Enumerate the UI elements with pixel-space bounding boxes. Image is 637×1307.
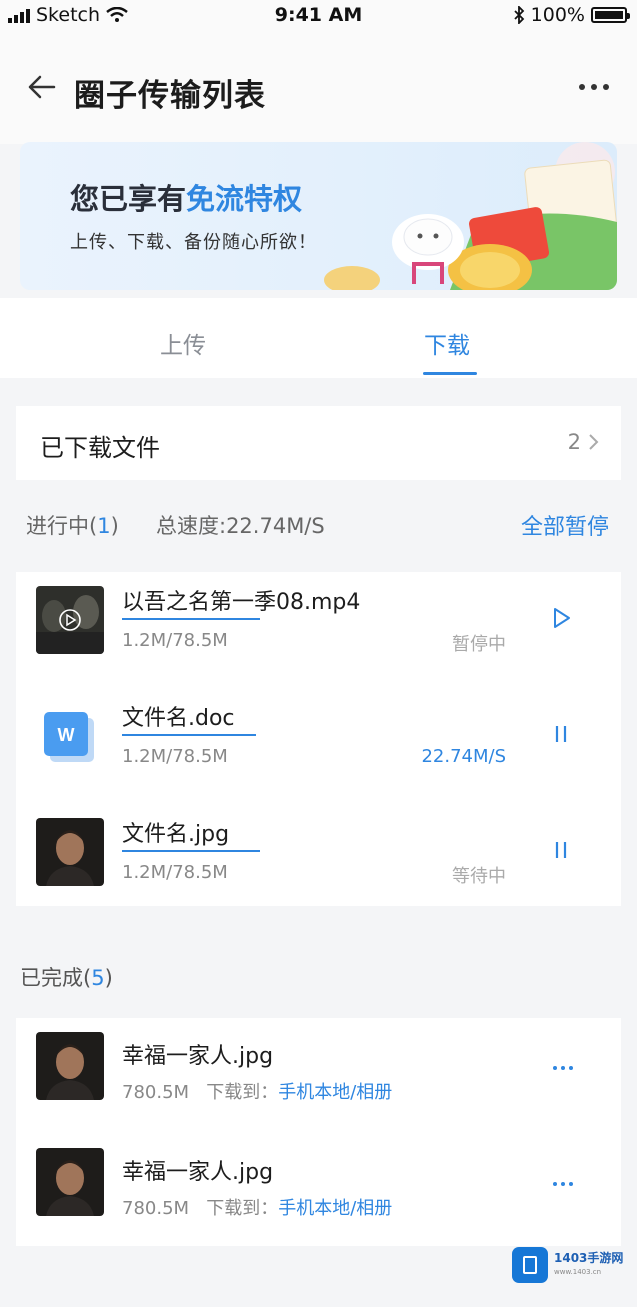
file-size: 780.5M — [122, 1198, 190, 1219]
more-options-icon[interactable] — [553, 1066, 573, 1070]
status-bar: Sketch 9:41 AM 100% — [0, 0, 637, 34]
page-title: 圈子传输列表 — [74, 78, 266, 114]
pause-icon[interactable] — [549, 838, 573, 862]
file-name: 文件名.doc — [122, 706, 235, 731]
watermark-logo-icon — [512, 1247, 548, 1283]
list-item[interactable]: 幸福一家人.jpg 780.5M 下载到：手机本地/相册 — [16, 1134, 621, 1250]
transfer-tabs: 上传 下载 — [0, 298, 637, 378]
file-size: 780.5M — [122, 1082, 190, 1103]
transfer-status: 等待中 — [452, 866, 506, 887]
promo-banner[interactable]: 您已享有免流特权 上传、下载、备份随心所欲！ — [20, 142, 617, 290]
dest-label: 下载到： — [206, 1082, 279, 1103]
in-progress-label: 进行中(1) — [26, 514, 119, 538]
more-options-icon[interactable] — [553, 1182, 573, 1186]
file-name: 以吾之名第一季08.mp4 — [122, 590, 361, 615]
banner-subtitle: 上传、下载、备份随心所欲！ — [70, 232, 317, 253]
downloaded-files-count: 2 — [567, 430, 581, 454]
banner-headline-highlight: 免流特权 — [186, 182, 303, 216]
battery-percent: 100% — [530, 4, 585, 26]
banner-headline-prefix: 您已享有 — [70, 182, 187, 216]
photo-thumbnail — [36, 818, 104, 886]
battery-icon — [591, 7, 630, 23]
progress-bar — [122, 618, 260, 620]
chevron-right-icon — [589, 434, 599, 450]
pause-all-button[interactable]: 全部暂停 — [521, 509, 609, 541]
total-speed: 总速度:22.74M/S — [156, 514, 325, 538]
status-right: 100% — [513, 4, 630, 26]
downloaded-files-label: 已下载文件 — [40, 434, 160, 462]
nav-header: 圈子传输列表 — [0, 34, 637, 144]
progress-bar — [122, 734, 256, 736]
word-doc-icon: W — [44, 712, 94, 762]
transfer-speed: 22.74M/S — [421, 746, 506, 767]
tab-upload[interactable]: 上传 — [160, 326, 206, 360]
photo-thumbnail — [36, 1148, 104, 1216]
downloaded-files-row[interactable]: 已下载文件 2 — [16, 406, 621, 480]
file-meta: 780.5M 下载到：手机本地/相册 — [122, 1078, 392, 1104]
file-name: 幸福一家人.jpg — [122, 1160, 274, 1185]
transfer-status: 暂停中 — [452, 634, 506, 655]
progress-bar — [122, 850, 260, 852]
list-item[interactable]: W 文件名.doc 1.2M/78.5M 22.74M/S — [16, 688, 621, 804]
dest-link[interactable]: 手机本地/相册 — [278, 1198, 392, 1219]
completed-label: 已完成(5) — [20, 966, 113, 990]
file-name: 幸福一家人.jpg — [122, 1044, 274, 1069]
dest-label: 下载到： — [206, 1198, 279, 1219]
completed-list: 幸福一家人.jpg 780.5M 下载到：手机本地/相册 幸福一家人.jpg 7… — [16, 1018, 621, 1246]
video-thumbnail — [36, 586, 104, 654]
list-item[interactable]: 幸福一家人.jpg 780.5M 下载到：手机本地/相册 — [16, 1018, 621, 1134]
more-options-icon[interactable] — [579, 84, 609, 90]
dest-link[interactable]: 手机本地/相册 — [278, 1082, 392, 1103]
completed-count: 5 — [91, 966, 105, 990]
photo-thumbnail — [36, 1032, 104, 1100]
file-size: 1.2M/78.5M — [122, 862, 228, 883]
site-watermark: 1403手游网 www.1403.cn — [512, 1247, 623, 1283]
in-progress-count: 1 — [97, 514, 111, 538]
file-name: 文件名.jpg — [122, 822, 230, 847]
back-arrow-icon[interactable] — [26, 72, 56, 102]
active-list: 以吾之名第一季08.mp4 1.2M/78.5M 暂停中 W 文件名.doc 1… — [16, 572, 621, 906]
file-meta: 780.5M 下载到：手机本地/相册 — [122, 1194, 392, 1220]
svg-text:W: W — [58, 725, 75, 745]
list-item[interactable]: 以吾之名第一季08.mp4 1.2M/78.5M 暂停中 — [16, 572, 621, 688]
bluetooth-icon — [514, 6, 524, 24]
watermark-text: 1403手游网 www.1403.cn — [554, 1251, 624, 1276]
tab-download[interactable]: 下载 — [424, 326, 470, 360]
file-size: 1.2M/78.5M — [122, 630, 228, 651]
file-size: 1.2M/78.5M — [122, 746, 228, 767]
pause-icon[interactable] — [549, 722, 573, 746]
banner-headline: 您已享有免流特权 — [70, 176, 302, 218]
play-icon[interactable] — [549, 606, 573, 630]
tab-active-indicator — [423, 372, 477, 375]
list-item[interactable]: 文件名.jpg 1.2M/78.5M 等待中 — [16, 804, 621, 920]
